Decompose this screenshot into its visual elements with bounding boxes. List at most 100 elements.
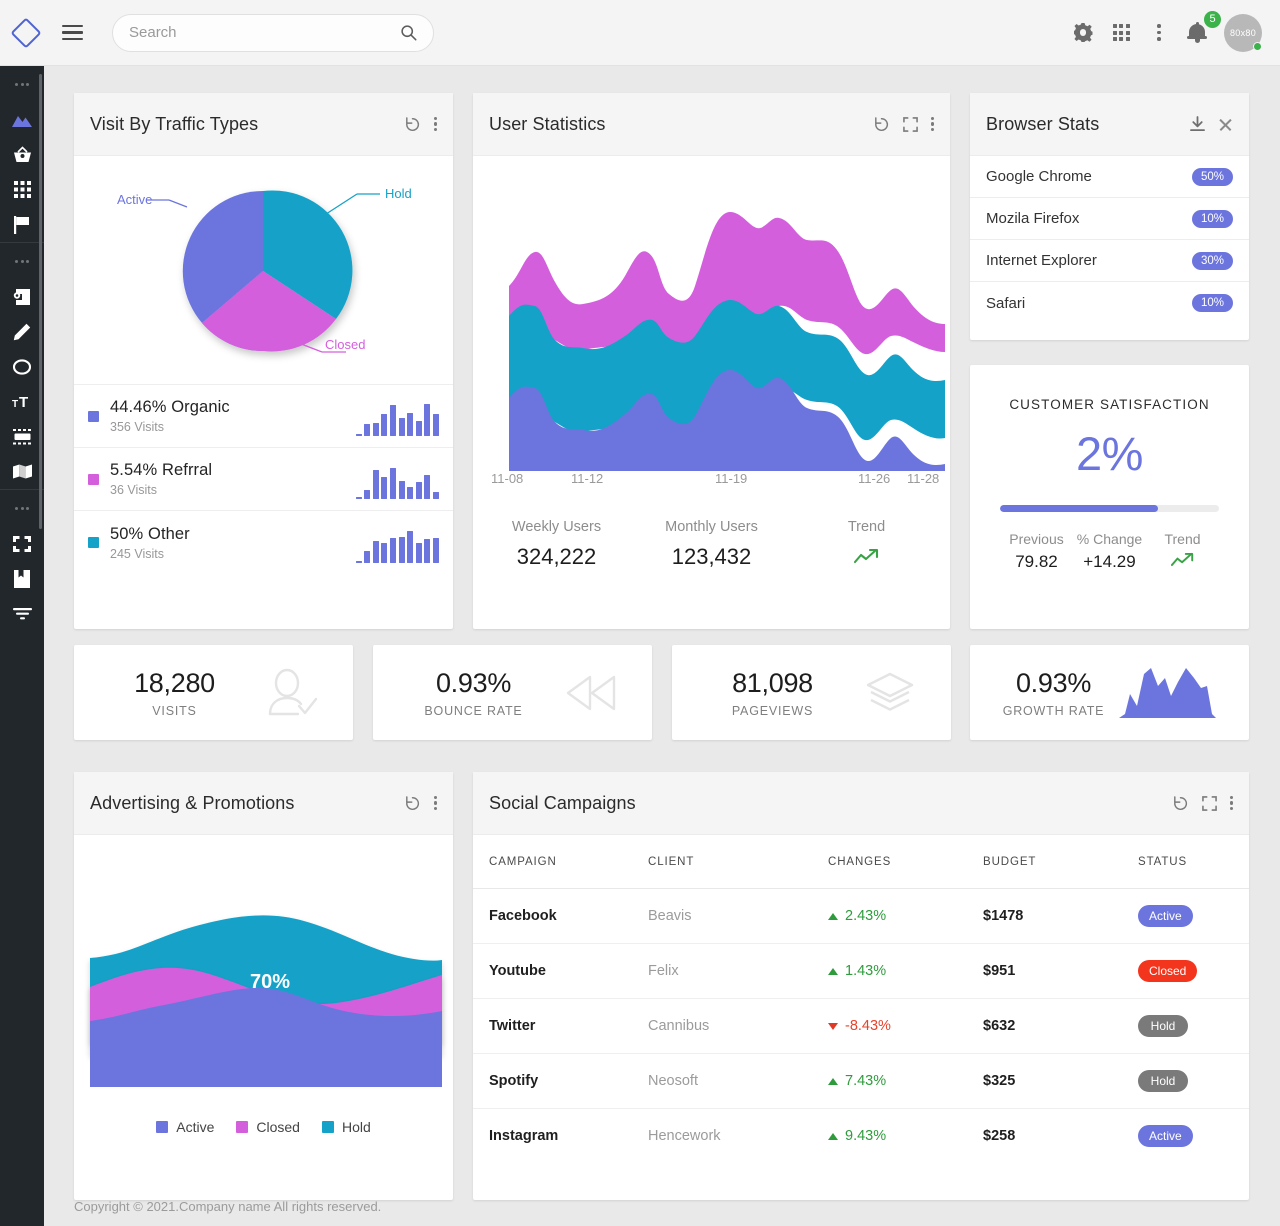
status-badge: Closed: [1138, 960, 1198, 982]
legend-color-swatch: [88, 410, 99, 422]
list-item[interactable]: 50% Other 245 Visits: [74, 511, 453, 574]
list-item[interactable]: 44.46% Organic 356 Visits: [74, 385, 453, 448]
reload-icon[interactable]: [1172, 795, 1189, 812]
legend-color-swatch: [156, 1121, 169, 1133]
app-header: 5 80x80: [0, 0, 1280, 66]
download-icon[interactable]: [1190, 116, 1205, 132]
legend-label: 44.46% Organic: [110, 398, 230, 416]
sidebar-scrollbar[interactable]: [39, 74, 42, 529]
expand-icon[interactable]: [1201, 795, 1217, 811]
layers-icon: [851, 671, 929, 715]
sidebar-item-mountains[interactable]: [0, 102, 44, 137]
list-item[interactable]: Mozila Firefox 10%: [970, 198, 1249, 240]
more-vertical-icon[interactable]: [930, 116, 934, 132]
logo[interactable]: [0, 16, 52, 49]
legend-item-closed[interactable]: Closed: [236, 1119, 300, 1135]
arrow-up-icon: [828, 912, 838, 920]
card-header: Social Campaigns: [473, 772, 1249, 835]
sidebar-group-divider: [0, 243, 44, 279]
hamburger-menu-icon[interactable]: [52, 24, 92, 41]
cell-changes: -8.43%: [828, 998, 983, 1054]
reload-icon[interactable]: [404, 116, 421, 133]
legend-color-swatch: [88, 473, 99, 485]
bell-icon[interactable]: 5: [1180, 10, 1221, 50]
cell-status: Active: [1138, 1109, 1249, 1164]
csat-trend: Trend: [1146, 531, 1219, 572]
column-header-budget: BUDGET: [983, 835, 1138, 889]
cell-client: Cannibus: [648, 998, 828, 1054]
kpi-label: Weekly Users: [511, 519, 602, 535]
kpi-caption: VISITS: [152, 703, 197, 718]
sidebar-item-flag[interactable]: [0, 207, 44, 242]
progress-bar: [1000, 505, 1219, 512]
expand-icon[interactable]: [902, 116, 918, 132]
axis-tick: 11-12: [571, 471, 604, 486]
list-item[interactable]: Internet Explorer 30%: [970, 240, 1249, 282]
sidebar-item-text-size[interactable]: T T: [0, 384, 44, 419]
search-box[interactable]: [112, 13, 434, 52]
avatar[interactable]: 80x80: [1224, 13, 1262, 52]
pie-chart-visit-traffic: Hold Active Closed: [74, 156, 453, 384]
table-row[interactable]: Facebook Beavis 2.43% $1478 Active: [473, 888, 1249, 944]
browser-name: Safari: [986, 294, 1026, 312]
reload-icon[interactable]: [404, 795, 421, 812]
table-row[interactable]: Twitter Cannibus -8.43% $632 Hold: [473, 998, 1249, 1054]
copyright-text: Copyright © 2021.Company name All rights…: [74, 1198, 382, 1214]
more-vertical-icon[interactable]: [1229, 795, 1233, 811]
notification-badge: 5: [1204, 10, 1221, 28]
browser-list: Google Chrome 50% Mozila Firefox 10% Int…: [970, 156, 1249, 324]
sidebar-group-divider: [0, 490, 44, 526]
card-title: Browser Stats: [986, 113, 1100, 134]
sidebar-item-widgets[interactable]: [0, 419, 44, 454]
card-header: Browser Stats: [970, 93, 1249, 156]
axis-tick: 11-28: [907, 471, 940, 486]
kpi-card-pageviews: 81,098 PAGEVIEWS: [672, 645, 951, 740]
sidebar-item-pencil[interactable]: [0, 314, 44, 349]
sidebar-item-map[interactable]: [0, 454, 44, 489]
status-badge: Active: [1138, 1125, 1193, 1148]
kpi-caption: GROWTH RATE: [1002, 703, 1105, 718]
arrow-up-icon: [828, 967, 838, 975]
legend-label: Hold: [341, 1119, 371, 1135]
table-row[interactable]: Youtube Felix 1.43% $951 Closed: [473, 943, 1249, 999]
kpi-caption: BOUNCE RATE: [424, 703, 523, 718]
sparkline-other: [355, 523, 439, 563]
arrow-up-icon: [828, 1077, 838, 1085]
apps-grid-icon[interactable]: [1104, 16, 1138, 50]
more-vertical-icon[interactable]: [1142, 16, 1176, 50]
list-item[interactable]: 5.54% Refrral 36 Visits: [74, 448, 453, 511]
sparkline-organic: [355, 396, 439, 436]
reload-icon[interactable]: [873, 116, 890, 133]
close-icon[interactable]: [1218, 117, 1233, 132]
legend-item-hold[interactable]: Hold: [321, 1119, 371, 1135]
sidebar-item-grid-apps[interactable]: [0, 172, 44, 207]
sidebar-item-login-box[interactable]: [0, 279, 44, 314]
avatar-label: 80x80: [1229, 27, 1257, 38]
svg-text:T: T: [19, 394, 28, 409]
cell-changes: 1.43%: [828, 943, 983, 999]
kpi-monthly-users: Monthly Users 123,432: [634, 519, 789, 570]
list-item[interactable]: Safari 10%: [970, 282, 1249, 324]
legend-item-active[interactable]: Active: [156, 1119, 214, 1135]
cell-changes: 2.43%: [828, 888, 983, 944]
search-input[interactable]: [129, 24, 400, 41]
axis-tick: 11-08: [491, 471, 524, 486]
sidebar-item-book[interactable]: [0, 561, 44, 596]
browser-name: Mozila Firefox: [986, 210, 1080, 227]
legend-color-swatch: [88, 537, 99, 548]
kpi-label: Trend: [847, 519, 886, 535]
sidebar-item-basket[interactable]: [0, 137, 44, 172]
trend-up-icon: [853, 548, 878, 564]
sidebar-item-filter[interactable]: [0, 596, 44, 631]
status-badge: 10%: [1191, 294, 1233, 312]
more-vertical-icon[interactable]: [433, 795, 437, 811]
gear-icon[interactable]: [1066, 16, 1100, 50]
legend-visits: 356 Visits: [110, 420, 164, 434]
sidebar-item-fullscreen[interactable]: [0, 526, 44, 561]
table-row[interactable]: Spotify Neosoft 7.43% $325 Hold: [473, 1053, 1249, 1109]
sidebar-item-circle[interactable]: [0, 349, 44, 384]
search-icon[interactable]: [400, 24, 417, 41]
more-vertical-icon[interactable]: [433, 116, 437, 132]
table-row[interactable]: Instagram Hencework 9.43% $258 Active: [473, 1109, 1249, 1164]
list-item[interactable]: Google Chrome 50%: [970, 156, 1249, 198]
